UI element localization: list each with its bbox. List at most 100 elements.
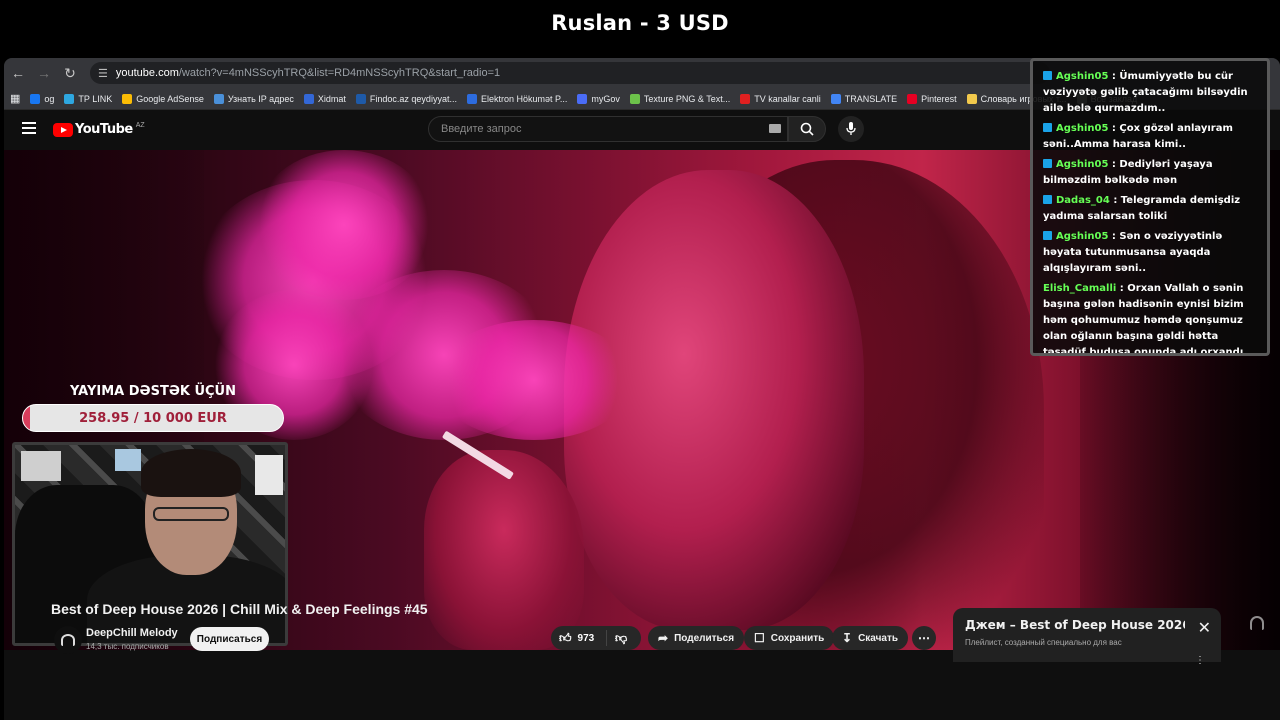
bookmark-label: Xidmat: [317, 93, 346, 104]
mix-playlist-panel[interactable]: Джем – Best of Deep House 2026 |... Плей…: [953, 608, 1221, 666]
bookmark-item[interactable]: Texture PNG & Text...: [629, 93, 731, 104]
microphone-icon: [846, 122, 856, 135]
thumbs-up-icon: 👍︎: [559, 630, 572, 645]
bookmark-label: Findoc.az qeydiyyat...: [369, 93, 457, 104]
sticker: [255, 455, 283, 495]
bookmark-favicon-icon: [577, 93, 588, 104]
streamer-glasses: [153, 507, 229, 521]
chat-message: Agshin05 : Ümumiyyətlə bu cür vəziyyətə …: [1043, 69, 1261, 117]
bookmark-favicon-icon: [122, 93, 133, 104]
bookmark-item[interactable]: TRANSLATE: [830, 93, 897, 104]
bookmark-favicon-icon: [64, 93, 75, 104]
search-button[interactable]: [788, 116, 826, 142]
search-input[interactable]: Введите запрос: [428, 116, 788, 142]
save-button[interactable]: ☐ Сохранить: [744, 626, 835, 650]
bookmark-item[interactable]: Google AdSense: [122, 93, 204, 104]
platform-badge-icon: [1043, 71, 1052, 80]
close-icon[interactable]: ✕: [1198, 618, 1211, 638]
sticker: [21, 451, 61, 481]
bookmark-item[interactable]: Findoc.az qeydiyyat...: [355, 93, 457, 104]
chat-username: Elish_Camalli: [1043, 283, 1117, 294]
streamer-hair: [141, 449, 241, 497]
goal-amount: 258.95 / 10 000 EUR: [79, 410, 227, 426]
download-label: Скачать: [858, 632, 899, 644]
url-path: /watch?v=4mNSScyhTRQ&list=RD4mNSScyhTRQ&…: [178, 67, 501, 79]
bookmark-favicon-icon: [629, 93, 640, 104]
youtube-logo[interactable]: YouTube AZ: [53, 122, 145, 137]
bookmark-favicon-icon: [466, 93, 477, 104]
share-icon: ➦: [658, 631, 669, 645]
reload-icon[interactable]: ↻: [58, 61, 82, 85]
mix-title[interactable]: Джем – Best of Deep House 2026 |...: [965, 618, 1185, 632]
more-actions-button[interactable]: ⋯: [912, 626, 936, 650]
platform-badge-icon: [1043, 195, 1052, 204]
url-input[interactable]: ☰ youtube.com/watch?v=4mNSScyhTRQ&list=R…: [90, 62, 1050, 84]
platform-badge-icon: [1043, 231, 1052, 240]
bookmark-favicon-icon: [966, 93, 977, 104]
bookmark-item[interactable]: TV kanallar canli: [740, 93, 821, 104]
goal-progress-bar: 258.95 / 10 000 EUR: [22, 404, 284, 432]
bookmark-icon: ☐: [754, 631, 765, 645]
chat-username: Agshin05: [1056, 123, 1109, 134]
chat-message: Agshin05 : Dediyləri yaşaya bilməzdim bə…: [1043, 157, 1261, 189]
bookmark-favicon-icon: [830, 93, 841, 104]
chat-message: Elish_Camalli : Orxan Vallah o sənin baş…: [1043, 281, 1261, 353]
dislike-button[interactable]: 👎︎: [607, 631, 627, 646]
forward-icon[interactable]: →: [32, 61, 56, 85]
bookmark-label: Google AdSense: [136, 93, 204, 104]
chat-username: Dadas_04: [1056, 195, 1110, 206]
playlist-menu-icon[interactable]: ⋮: [1195, 655, 1205, 666]
donation-banner-text: Ruslan - 3 USD: [551, 11, 729, 35]
site-info-icon[interactable]: ☰: [98, 67, 108, 80]
search-placeholder: Введите запрос: [441, 123, 522, 135]
chat-username: Agshin05: [1056, 231, 1109, 242]
donation-goal: YAYIMA DƏSTƏK ÜÇÜN 258.95 / 10 000 EUR: [22, 384, 284, 432]
subscriber-count: 14,3 тыс. подписчиков: [86, 642, 169, 651]
back-icon[interactable]: ←: [6, 61, 30, 85]
like-dislike-group: 👍︎ 973 👎︎: [551, 626, 641, 650]
chat-username: Agshin05: [1056, 159, 1109, 170]
channel-name[interactable]: DeepChill Melody: [86, 627, 178, 639]
chat-message: Agshin05 : Sən o vəziyyətinlə həyata tut…: [1043, 229, 1261, 277]
bookmark-favicon-icon: [907, 93, 918, 104]
subscribe-button[interactable]: Подписаться: [190, 627, 269, 651]
goal-title: YAYIMA DƏSTƏK ÜÇÜN: [70, 384, 236, 399]
headphones-icon: [61, 634, 75, 646]
bookmark-item[interactable]: TP LINK: [64, 93, 113, 104]
platform-badge-icon: [1043, 123, 1052, 132]
bookmark-label: TP LINK: [78, 93, 113, 104]
bookmark-favicon-icon: [740, 93, 751, 104]
thumbs-down-icon: 👎︎: [615, 630, 628, 645]
bookmark-item[interactable]: myGov: [577, 93, 620, 104]
save-label: Сохранить: [770, 632, 825, 644]
menu-icon[interactable]: [22, 122, 36, 134]
sticker: [115, 449, 141, 471]
bookmark-item[interactable]: og: [30, 93, 54, 104]
bookmark-item[interactable]: Узнать IP адрес: [213, 93, 294, 104]
video-title: Best of Deep House 2026 | Chill Mix & De…: [51, 601, 428, 617]
mix-subtitle: Плейлист, созданный специально для вас: [965, 638, 1122, 647]
download-button[interactable]: ↧ Скачать: [832, 626, 909, 650]
bookmark-favicon-icon: [355, 93, 366, 104]
keyboard-icon[interactable]: [769, 124, 781, 133]
apps-icon[interactable]: ▦: [10, 92, 20, 105]
like-count: 973: [577, 632, 595, 644]
live-chat-overlay: Agshin05 : Ümumiyyətlə bu cür vəziyyətə …: [1030, 58, 1270, 356]
like-button[interactable]: 👍︎ 973: [551, 630, 607, 646]
bookmark-favicon-icon: [213, 93, 224, 104]
bookmark-item[interactable]: Pinterest: [907, 93, 957, 104]
bookmark-label: Elektron Hökumət P...: [480, 93, 568, 104]
share-button[interactable]: ➦ Поделиться: [648, 626, 745, 650]
channel-avatar[interactable]: [54, 626, 82, 654]
youtube-logo-text: YouTube: [75, 122, 133, 137]
search-icon: [800, 122, 814, 136]
voice-search-button[interactable]: [838, 116, 864, 142]
bookmark-item[interactable]: Xidmat: [303, 93, 346, 104]
chat-message: Agshin05 : Çox gözəl anlayıram səni..Amm…: [1043, 121, 1261, 153]
donation-banner: Ruslan - 3 USD: [0, 0, 1280, 46]
bookmark-label: TV kanallar canli: [754, 93, 821, 104]
bookmark-favicon-icon: [30, 93, 41, 104]
bookmark-item[interactable]: Elektron Hökumət P...: [466, 93, 568, 104]
bookmark-label: Texture PNG & Text...: [643, 93, 731, 104]
country-code: AZ: [135, 122, 145, 129]
